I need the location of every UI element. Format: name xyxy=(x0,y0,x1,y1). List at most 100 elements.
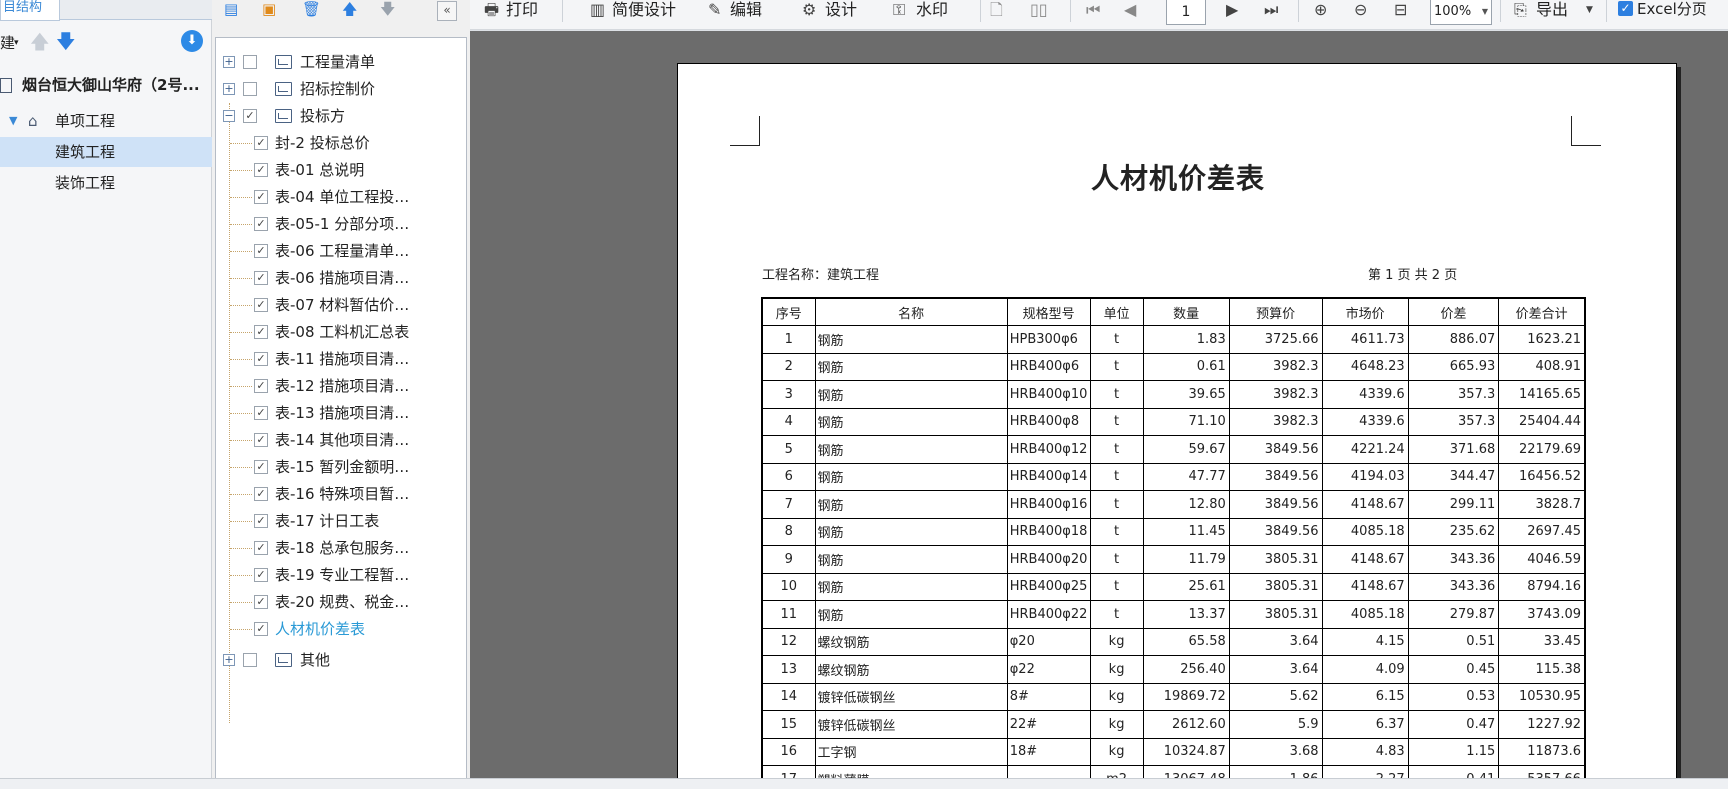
report-item[interactable]: ✓ 表-12 措施项目清… xyxy=(216,371,466,401)
layout-design-icon[interactable]: ▥ xyxy=(590,0,605,20)
report-item[interactable]: ✓ 表-18 总承包服务… xyxy=(216,533,466,563)
checkbox[interactable]: ✓ xyxy=(254,595,268,609)
expand-icon[interactable]: + xyxy=(223,654,235,666)
checkbox[interactable]: ✓ xyxy=(254,190,268,204)
checkbox[interactable]: ✓ xyxy=(254,352,268,366)
report-item[interactable]: ✓ 表-15 暂列金额明… xyxy=(216,452,466,482)
fit-page-icon[interactable]: ⊟ xyxy=(1394,0,1407,20)
simple-design-button[interactable]: 简便设计 xyxy=(612,0,676,22)
excel-paging-checkbox[interactable]: ✓ xyxy=(1618,1,1633,16)
print-button[interactable]: 打印 xyxy=(506,0,538,22)
checkbox[interactable]: ✓ xyxy=(254,460,268,474)
report-group[interactable]: − ✓ 投标方 xyxy=(216,101,466,131)
checkbox[interactable]: ✓ xyxy=(254,325,268,339)
report-item[interactable]: ✓ 封-2 投标总价 xyxy=(216,128,466,158)
report-item[interactable]: ✓ 表-13 措施项目清… xyxy=(216,398,466,428)
expand-icon[interactable]: + xyxy=(223,56,235,68)
expand-triangle-icon[interactable]: ▼ xyxy=(9,106,17,136)
checkbox[interactable] xyxy=(243,82,257,96)
checkbox[interactable]: ✓ xyxy=(254,487,268,501)
report-item[interactable]: ✓ 表-11 措施项目清… xyxy=(216,344,466,374)
checkbox[interactable]: ✓ xyxy=(254,514,268,528)
design-icon[interactable]: ⚙ xyxy=(802,0,816,20)
edit-icon[interactable]: ✎ xyxy=(708,0,721,20)
table-cell: kg xyxy=(1089,627,1144,656)
watermark-button[interactable]: 水印 xyxy=(916,0,948,22)
page-number-input[interactable]: 1 xyxy=(1166,0,1206,25)
checkbox[interactable]: ✓ xyxy=(254,406,268,420)
checkbox[interactable]: ✓ xyxy=(254,433,268,447)
download-icon[interactable]: ⬇ xyxy=(181,30,203,52)
move-down-icon[interactable]: 🡇 xyxy=(380,0,395,18)
column-header: 市场价 xyxy=(1321,297,1409,326)
first-page-icon[interactable]: ⏮ xyxy=(1086,0,1100,20)
report-item[interactable]: ✓ 表-06 措施项目清… xyxy=(216,263,466,293)
report-item[interactable]: ✓ 表-16 特殊项目暂… xyxy=(216,479,466,509)
report-item[interactable]: ✓ 表-04 单位工程投… xyxy=(216,182,466,212)
checkbox[interactable]: ✓ xyxy=(254,136,268,150)
checkbox[interactable]: ✓ xyxy=(254,379,268,393)
move-up-icon[interactable]: 🡅 xyxy=(342,0,357,18)
zoom-select[interactable]: 100% ▼ xyxy=(1430,0,1492,25)
printer-icon[interactable]: 🖶 xyxy=(484,0,499,20)
tab-project-structure[interactable]: 目结构 xyxy=(0,0,60,21)
chevron-down-icon[interactable]: ▾ xyxy=(14,38,19,48)
last-page-icon[interactable]: ⏭ xyxy=(1264,0,1278,20)
new-folder-icon[interactable]: ▣ xyxy=(262,0,276,18)
report-item[interactable]: ✓ 表-06 工程量清单… xyxy=(216,236,466,266)
next-page-icon[interactable]: ▶ xyxy=(1226,0,1238,20)
single-page-icon[interactable]: 🗋 xyxy=(990,0,1003,20)
report-item[interactable]: ✓ 表-17 计日工表 xyxy=(216,506,466,536)
project-root[interactable]: 烟台恒大御山华府（2号... xyxy=(0,70,212,100)
report-item[interactable]: ✓ 表-14 其他项目清… xyxy=(216,425,466,455)
document-viewer[interactable]: 人材机价差表 工程名称：建筑工程 第 1 页 共 2 页 序号 名称 规格型号 单位数… xyxy=(470,31,1728,789)
two-page-icon[interactable]: ▯▯ xyxy=(1030,0,1048,20)
edit-button[interactable]: 编辑 xyxy=(730,0,762,22)
report-item-label: 表-14 其他项目清… xyxy=(275,431,410,449)
zoom-in-icon[interactable]: ⊕ xyxy=(1314,0,1327,20)
report-item[interactable]: ✓ 表-19 专业工程暂… xyxy=(216,560,466,590)
checkbox[interactable]: ✓ xyxy=(254,541,268,555)
design-button[interactable]: 设计 xyxy=(825,0,857,22)
collapse-icon[interactable]: − xyxy=(223,110,235,122)
table-cell: 0.51 xyxy=(1407,627,1500,656)
new-report-icon[interactable]: ▤ xyxy=(224,0,238,18)
chevron-down-icon[interactable]: ▼ xyxy=(1586,0,1593,20)
tree-item-unit-project[interactable]: ▼ ⌂ 单项工程 xyxy=(0,106,212,136)
checkbox[interactable]: ✓ xyxy=(243,109,257,123)
tree-item-building-works[interactable]: 建筑工程 xyxy=(0,137,212,167)
report-item[interactable]: ✓ 表-20 规费、税金… xyxy=(216,587,466,617)
checkbox[interactable] xyxy=(243,653,257,667)
table-row: 2 钢筋 HRB400φ6 t 0.61 3982.3 4648.23 665.93 408.9… xyxy=(761,352,1586,381)
report-item[interactable]: ✓ 表-08 工料机汇总表 xyxy=(216,317,466,347)
move-down-icon[interactable]: 🡇 xyxy=(56,28,76,60)
report-item[interactable]: ✓ 人材机价差表 xyxy=(216,614,466,644)
checkbox[interactable]: ✓ xyxy=(254,163,268,177)
export-icon[interactable]: ⎘ xyxy=(1514,0,1527,20)
checkbox[interactable]: ✓ xyxy=(254,217,268,231)
report-item[interactable]: ✓ 表-01 总说明 xyxy=(216,155,466,185)
checkbox[interactable]: ✓ xyxy=(254,244,268,258)
report-item[interactable]: ✓ 表-07 材料暂估价… xyxy=(216,290,466,320)
new-dropdown-label[interactable]: 建 xyxy=(0,32,15,53)
export-button[interactable]: 导出 xyxy=(1536,0,1568,22)
checkbox[interactable]: ✓ xyxy=(254,622,268,636)
report-item-label: 表-17 计日工表 xyxy=(275,512,380,530)
watermark-icon[interactable]: ⚿ xyxy=(893,0,905,20)
checkbox[interactable]: ✓ xyxy=(254,298,268,312)
checkbox[interactable] xyxy=(243,55,257,69)
expand-icon[interactable]: + xyxy=(223,83,235,95)
report-list-panel: ▤ ▣ 🗑 🡅 🡇 « + 工程量清单 + 招标控制价 − ✓ 投标方 + 其他 ✓ 封-2 投标… xyxy=(212,0,470,789)
report-item[interactable]: ✓ 表-05-1 分部分项… xyxy=(216,209,466,239)
report-group[interactable]: + 其他 xyxy=(216,645,466,675)
move-up-icon[interactable]: 🡅 xyxy=(30,28,50,60)
collapse-panel-icon[interactable]: « xyxy=(437,1,457,21)
checkbox[interactable]: ✓ xyxy=(254,568,268,582)
delete-icon[interactable]: 🗑 xyxy=(302,0,321,18)
tree-item-decoration-works[interactable]: 装饰工程 xyxy=(0,168,212,198)
checkbox[interactable]: ✓ xyxy=(254,271,268,285)
report-group[interactable]: + 工程量清单 xyxy=(216,47,466,77)
zoom-out-icon[interactable]: ⊖ xyxy=(1354,0,1367,20)
prev-page-icon[interactable]: ◀ xyxy=(1124,0,1136,20)
report-group[interactable]: + 招标控制价 xyxy=(216,74,466,104)
